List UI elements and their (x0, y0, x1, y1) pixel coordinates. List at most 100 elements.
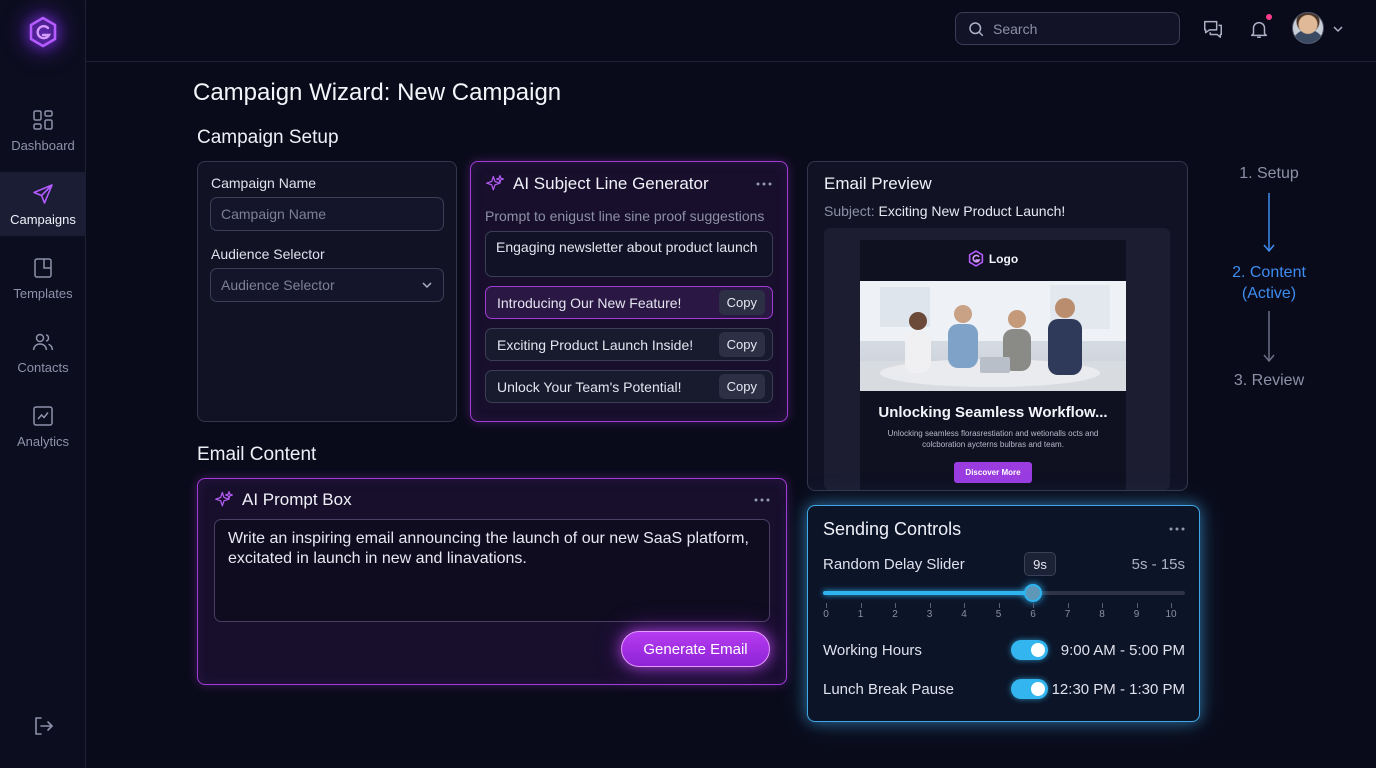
sidebar-item-label: Dashboard (11, 137, 75, 153)
delay-slider-label: Random Delay Slider (823, 556, 965, 573)
sending-controls-title: Sending Controls (823, 519, 962, 539)
email-preview-title: Email Preview (824, 174, 932, 193)
subject-suggestion[interactable]: Unlock Your Team's Potential! Copy (485, 370, 773, 403)
copy-button[interactable]: Copy (718, 332, 765, 357)
more-options-icon[interactable] (1168, 526, 1186, 532)
sparkle-icon (486, 175, 504, 191)
sidebar: Dashboard Campaigns Templates Contacts A… (0, 0, 86, 768)
subject-suggestion-text: Unlock Your Team's Potential! (497, 378, 682, 395)
mock-logo-text: Logo (988, 251, 1019, 266)
slider-tick-label: 0 (823, 609, 829, 620)
campaign-setup-card: Campaign Name Audience Selector Audience… (197, 161, 457, 422)
slider-tick (895, 603, 896, 608)
campaign-name-field[interactable] (210, 197, 444, 231)
slider-tick (826, 603, 827, 608)
subject-suggestion-text: Introducing Our New Feature! (497, 294, 682, 311)
slider-tick-label: 1 (857, 609, 864, 620)
delay-slider-fill (823, 591, 1033, 595)
step-setup[interactable]: 1. Setup (1214, 165, 1324, 183)
search-input[interactable] (993, 20, 1163, 37)
paper-plane-icon (33, 183, 53, 204)
subject-prompt-input[interactable]: Engaging newsletter about product launch (485, 231, 773, 277)
ai-prompt-card: AI Prompt Box Write an inspiring email a… (197, 478, 787, 685)
messages-icon[interactable] (1202, 18, 1224, 40)
sidebar-item-analytics[interactable]: Analytics (0, 394, 86, 458)
sidebar-item-contacts[interactable]: Contacts (0, 320, 86, 384)
sparkle-icon (215, 491, 233, 507)
ai-prompt-header: AI Prompt Box (214, 490, 352, 510)
slider-tick-label: 5 (995, 609, 1002, 620)
step-review[interactable]: 3. Review (1214, 372, 1324, 390)
subject-label: Subject: (824, 203, 875, 219)
delay-slider[interactable] (823, 584, 1185, 602)
sidebar-item-label: Analytics (16, 433, 70, 449)
ai-subject-generator-title: AI Subject Line Generator (513, 174, 709, 193)
sidebar-item-label: Campaigns (10, 211, 76, 227)
working-hours-value: 9:00 AM - 5:00 PM (1060, 642, 1185, 659)
subject-suggestion[interactable]: Introducing Our New Feature! Copy (485, 286, 773, 319)
app-logo-icon[interactable] (28, 16, 58, 48)
ai-subject-generator-card: AI Subject Line Generator Prompt to enig… (470, 161, 788, 422)
slider-tick (860, 603, 862, 608)
email-preview-subject: Subject: Exciting New Product Launch! (824, 203, 1065, 219)
slider-tick-label: 9 (1133, 609, 1140, 620)
contacts-icon (32, 333, 54, 350)
sidebar-item-label: Contacts (17, 359, 69, 375)
page-title: Campaign Wizard: New Campaign (193, 79, 562, 106)
lunch-break-value: 12:30 PM - 1:30 PM (1051, 681, 1185, 698)
generate-email-button[interactable]: Generate Email (621, 631, 770, 667)
chevron-down-icon[interactable] (1332, 23, 1344, 35)
working-hours-label: Working Hours (823, 642, 922, 659)
search-box[interactable] (955, 12, 1180, 45)
dashboard-icon (33, 109, 53, 130)
sidebar-item-templates[interactable]: Templates (0, 246, 86, 310)
app-logo-icon (968, 250, 983, 267)
subject-suggestion[interactable]: Exciting Product Launch Inside! Copy (485, 328, 773, 361)
audience-select[interactable]: Audience Selector (210, 268, 444, 302)
audience-selector-label: Audience Selector (211, 246, 325, 262)
working-hours-toggle[interactable] (1011, 640, 1048, 660)
slider-tick (964, 603, 965, 608)
sidebar-item-dashboard[interactable]: Dashboard (0, 98, 86, 162)
avatar[interactable] (1292, 12, 1324, 44)
lunch-break-toggle[interactable] (1011, 679, 1048, 699)
mock-heading: Unlocking Seamless Workflow... (878, 404, 1108, 421)
copy-button[interactable]: Copy (718, 290, 765, 315)
analytics-icon (33, 405, 53, 426)
ai-subject-generator-header: AI Subject Line Generator (485, 174, 709, 194)
mock-body: Unlocking seamless florasrestiation and … (887, 429, 1099, 449)
campaign-setup-heading: Campaign Setup (197, 127, 339, 148)
audience-select-value: Audience Selector (221, 277, 335, 293)
bell-icon[interactable] (1248, 18, 1270, 40)
sending-controls-card: Sending Controls Random Delay Slider 9s … (807, 505, 1200, 722)
campaign-name-input[interactable] (221, 206, 433, 222)
slider-tick (1033, 603, 1034, 608)
slider-tick-label: 8 (1099, 609, 1105, 620)
sidebar-item-label: Templates (13, 285, 73, 301)
search-icon (969, 21, 984, 36)
team-photo (860, 281, 1126, 391)
more-options-icon[interactable] (755, 181, 773, 187)
subject-value: Exciting New Product Launch! (878, 203, 1066, 219)
email-preview-frame: Logo Unlocking Seamless Workflow... Unlo… (824, 228, 1170, 490)
slider-tick (1102, 603, 1103, 608)
delay-slider-thumb[interactable] (1024, 584, 1042, 602)
ai-prompt-textarea[interactable]: Write an inspiring email announcing the … (214, 519, 770, 622)
delay-value-badge: 9s (1024, 552, 1056, 576)
lunch-break-label: Lunch Break Pause (823, 681, 954, 698)
notification-dot (1266, 14, 1272, 20)
email-content-heading: Email Content (197, 444, 317, 465)
topbar-divider (86, 61, 1376, 62)
logout-icon[interactable] (31, 714, 55, 738)
slider-tick (1171, 603, 1172, 608)
step-arrow-icon (1263, 193, 1275, 253)
sidebar-item-campaigns[interactable]: Campaigns (0, 172, 86, 236)
slider-tick (1136, 603, 1138, 608)
slider-tick (1067, 603, 1069, 608)
email-preview-card: Email Preview Subject: Exciting New Prod… (807, 161, 1188, 491)
slider-tick (929, 603, 931, 608)
copy-button[interactable]: Copy (718, 374, 765, 399)
more-options-icon[interactable] (753, 497, 771, 503)
step-content[interactable]: 2. Content (Active) (1214, 262, 1324, 304)
slider-tick (998, 603, 1000, 608)
